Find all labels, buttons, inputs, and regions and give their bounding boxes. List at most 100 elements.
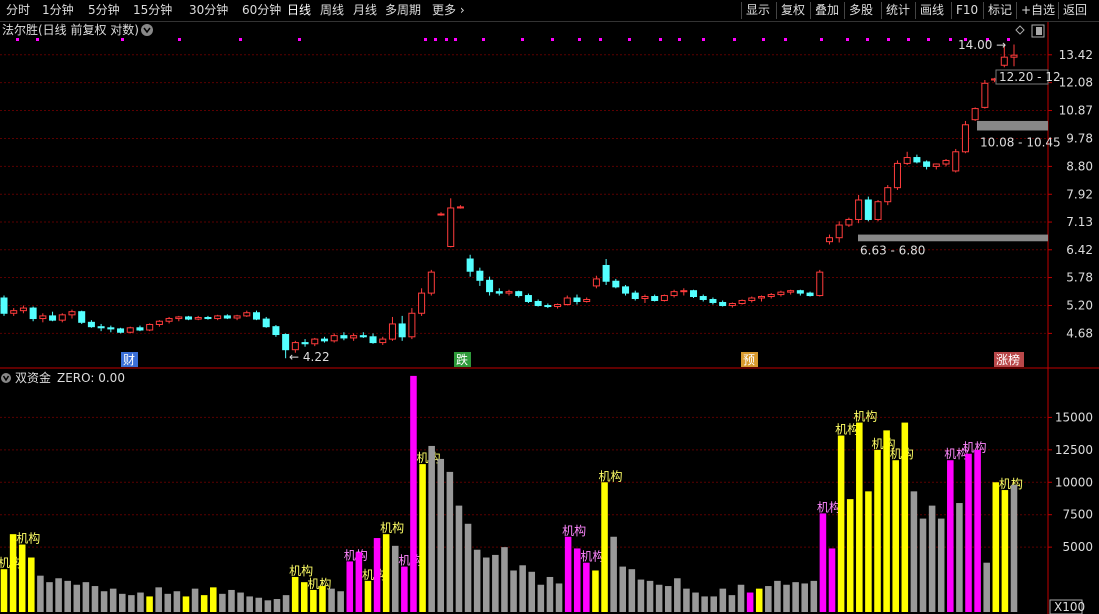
- toolbar-separator: [844, 2, 845, 19]
- candle-body: [330, 335, 338, 342]
- candle-body: [388, 323, 396, 340]
- candle-body: [845, 218, 853, 226]
- tab-8[interactable]: 月线: [353, 0, 377, 21]
- tab-6[interactable]: 日线: [287, 0, 311, 21]
- volume-bar: [37, 575, 44, 612]
- volume-bar: [701, 596, 708, 612]
- candle-body: [68, 311, 76, 316]
- candle-body: [796, 290, 804, 294]
- price-tick-label: 7.92: [1066, 187, 1093, 201]
- signal-marker: [424, 38, 427, 41]
- volume-bar: [446, 471, 454, 612]
- candle-body: [78, 311, 86, 323]
- signal-marker: [521, 38, 524, 41]
- candle-body: [903, 157, 911, 164]
- candle-body: [146, 323, 154, 331]
- candle-body: [204, 316, 212, 320]
- dropdown-icon[interactable]: [1, 373, 11, 383]
- candle-body: [1000, 56, 1008, 66]
- signal-marker: [628, 38, 631, 41]
- volume-bar: [73, 584, 81, 612]
- volume-bar: [210, 587, 217, 612]
- candle-body: [107, 327, 115, 330]
- volume-bar: [655, 584, 663, 612]
- candle-body: [981, 82, 989, 108]
- candle-body: [864, 199, 872, 220]
- volume-bar: [0, 569, 8, 612]
- candle-body: [369, 336, 377, 344]
- toolbar-button-6[interactable]: F10: [956, 0, 978, 21]
- tab-4[interactable]: 30分钟: [189, 0, 228, 21]
- toolbar-button-1[interactable]: 复权: [781, 0, 805, 21]
- gap-label: 12.20 - 12: [999, 70, 1061, 84]
- toolbar-separator: [983, 2, 984, 19]
- tab-2[interactable]: 5分钟: [88, 0, 120, 21]
- candle-body: [155, 320, 163, 325]
- volume-bar: [328, 588, 335, 612]
- signal-marker: [927, 38, 930, 41]
- volume-bar: [91, 586, 99, 612]
- candle-body: [49, 315, 57, 321]
- volume-bar: [291, 576, 299, 612]
- bar-label: 机构: [380, 520, 404, 535]
- candle-body: [136, 327, 144, 331]
- toolbar-button-4[interactable]: 统计: [886, 0, 910, 21]
- toolbar-button-5[interactable]: 画线: [920, 0, 944, 21]
- tab-5[interactable]: 60分钟: [242, 0, 281, 21]
- volume-bar: [719, 588, 727, 612]
- candle-body: [262, 318, 270, 328]
- volume-bar: [592, 570, 599, 612]
- volume-bar: [219, 593, 226, 612]
- tab-1[interactable]: 1分钟: [42, 0, 74, 21]
- volume-bar: [992, 482, 1000, 612]
- candle-body: [505, 291, 513, 294]
- tab-7[interactable]: 周线: [320, 0, 344, 21]
- candle-body: [175, 316, 183, 320]
- high-price-label: 14.00 →: [958, 38, 1006, 52]
- bar-label: 机构: [289, 563, 313, 578]
- volume-bar: [373, 538, 381, 612]
- volume-bar: [983, 562, 990, 612]
- toolbar-button-0[interactable]: 显示: [746, 0, 770, 21]
- toolbar-separator: [810, 2, 811, 19]
- candle-body: [602, 264, 610, 282]
- bar-label: 机构: [817, 499, 841, 514]
- volume-bar: [128, 595, 135, 612]
- toolbar-separator: [915, 2, 916, 19]
- chart-area[interactable]: 13.42 12.08 10.87 9.78 8.80 7.92 7.13 6.42 5.78 5…: [0, 22, 1099, 614]
- diamond-icon[interactable]: [1015, 25, 1025, 35]
- signal-marker: [599, 38, 602, 41]
- candle-body: [252, 312, 261, 320]
- candle-body: [631, 292, 639, 299]
- dropdown-icon[interactable]: [141, 24, 153, 36]
- signal-marker: [178, 38, 181, 41]
- candle-body: [243, 312, 251, 317]
- volume-bar: [1001, 490, 1009, 612]
- candle-body: [806, 292, 814, 297]
- toolbar-button-9[interactable]: 返回: [1063, 0, 1087, 21]
- volume-bar: [865, 491, 872, 612]
- toolbar-button-2[interactable]: 叠加: [815, 0, 839, 21]
- toolbar-button-8[interactable]: +自选: [1021, 0, 1055, 21]
- volume-bar: [173, 591, 181, 612]
- candle-body: [874, 201, 882, 220]
- volume-bar: [765, 586, 772, 612]
- candle-body: [282, 334, 290, 351]
- tab-10[interactable]: 更多 ›: [432, 0, 465, 21]
- volume-bar: [828, 548, 836, 612]
- volume-bar: [874, 449, 881, 612]
- signal-marker: [659, 38, 662, 41]
- candle-body: [476, 270, 484, 281]
- tab-0[interactable]: 分时: [6, 0, 30, 21]
- toolbar-button-3[interactable]: 多股: [849, 0, 873, 21]
- tab-3[interactable]: 15分钟: [133, 0, 172, 21]
- candle-body: [165, 318, 173, 322]
- candle-body: [835, 224, 843, 239]
- volume-bar: [564, 536, 572, 612]
- toolbar-button-7[interactable]: 标记: [988, 0, 1012, 21]
- signal-marker: [239, 38, 242, 41]
- candle-body: [379, 338, 387, 344]
- volume-bar: [109, 588, 117, 612]
- volume-bar: [492, 554, 499, 612]
- tab-9[interactable]: 多周期: [385, 0, 421, 21]
